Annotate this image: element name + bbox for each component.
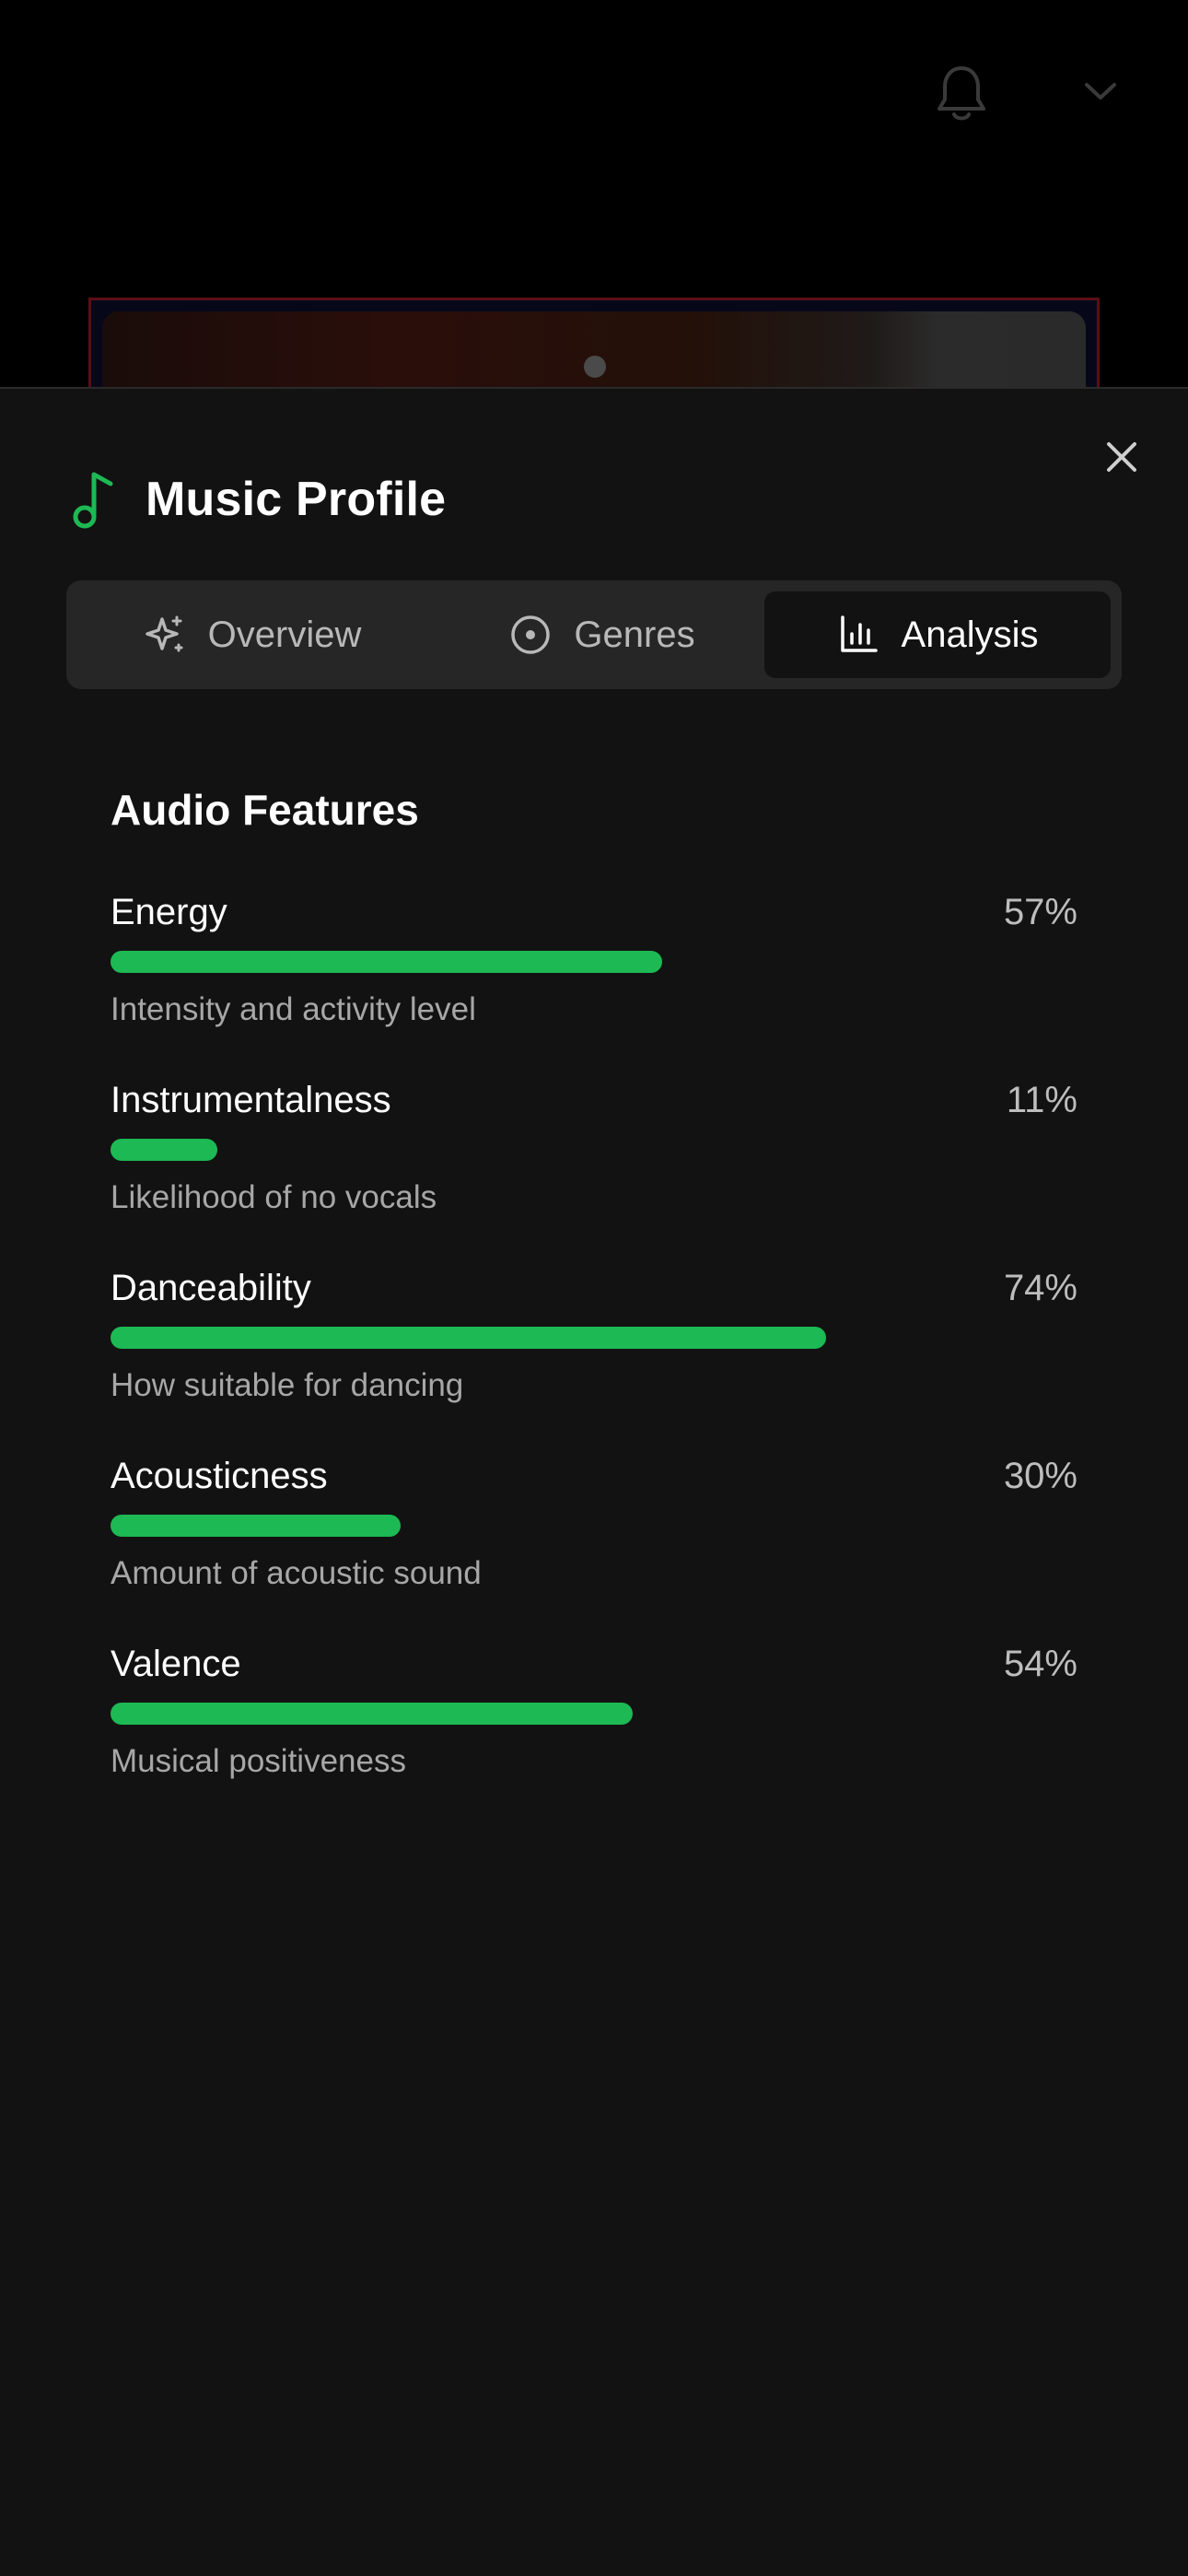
feature-description: Amount of acoustic sound bbox=[111, 1555, 482, 1591]
feature-progress-fill bbox=[111, 1139, 217, 1161]
feature-valence: Valence 54% Musical positiveness bbox=[111, 1644, 1077, 1832]
feature-progress-track bbox=[111, 1327, 1077, 1349]
feature-percent: 57% bbox=[1003, 892, 1077, 932]
tab-bar: Overview Genres Analysis bbox=[66, 580, 1122, 689]
feature-description: How suitable for dancing bbox=[111, 1367, 464, 1403]
feature-name: Danceability bbox=[111, 1268, 311, 1308]
top-bar bbox=[0, 0, 1188, 184]
close-icon[interactable] bbox=[1101, 437, 1142, 477]
feature-danceability: Danceability 74% How suitable for dancin… bbox=[111, 1268, 1077, 1456]
tab-genres[interactable]: Genres bbox=[427, 591, 777, 678]
feature-percent: 54% bbox=[1003, 1644, 1077, 1684]
feature-instrumentalness: Instrumentalness 11% Likelihood of no vo… bbox=[111, 1080, 1077, 1268]
tab-overview-label: Overview bbox=[207, 614, 362, 655]
feature-name: Energy bbox=[111, 892, 227, 932]
feature-name: Instrumentalness bbox=[111, 1080, 391, 1120]
feature-percent: 30% bbox=[1003, 1456, 1077, 1496]
feature-description: Musical positiveness bbox=[111, 1743, 406, 1779]
bar-chart-icon bbox=[840, 615, 878, 652]
music-note-icon bbox=[73, 472, 113, 529]
audio-features-title: Audio Features bbox=[111, 786, 419, 834]
sparkles-icon bbox=[145, 615, 183, 652]
feature-description: Likelihood of no vocals bbox=[111, 1179, 437, 1215]
feature-description: Intensity and activity level bbox=[111, 991, 476, 1027]
feature-acousticness: Acousticness 30% Amount of acoustic soun… bbox=[111, 1456, 1077, 1644]
feature-name: Valence bbox=[111, 1644, 241, 1684]
feature-energy: Energy 57% Intensity and activity level bbox=[111, 892, 1077, 1080]
audio-features-list: Energy 57% Intensity and activity level … bbox=[111, 892, 1077, 1832]
tab-analysis[interactable]: Analysis bbox=[764, 591, 1111, 678]
feature-name: Acousticness bbox=[111, 1456, 328, 1496]
app-screen: Music Profile Overview Genres Analysis A… bbox=[0, 0, 1188, 2576]
feature-progress-fill bbox=[111, 1703, 633, 1725]
sheet-title: Music Profile bbox=[146, 473, 447, 526]
feature-progress-track bbox=[111, 1703, 1077, 1725]
sheet-header: Music Profile bbox=[72, 463, 446, 536]
tab-genres-label: Genres bbox=[574, 614, 695, 655]
feature-progress-track bbox=[111, 1139, 1077, 1161]
disc-icon bbox=[511, 615, 551, 654]
chevron-down-icon[interactable] bbox=[1083, 79, 1118, 103]
bell-icon[interactable] bbox=[936, 63, 987, 123]
feature-progress-fill bbox=[111, 1327, 826, 1349]
feature-progress-fill bbox=[111, 1515, 401, 1537]
tab-analysis-label: Analysis bbox=[901, 614, 1039, 655]
card-indicator-dot bbox=[584, 356, 606, 378]
feature-progress-track bbox=[111, 951, 1077, 973]
feature-progress-track bbox=[111, 1515, 1077, 1537]
music-profile-sheet: Music Profile Overview Genres Analysis A… bbox=[0, 387, 1188, 2576]
feature-percent: 11% bbox=[1006, 1080, 1077, 1120]
tab-overview[interactable]: Overview bbox=[77, 591, 427, 678]
feature-progress-fill bbox=[111, 951, 662, 973]
feature-percent: 74% bbox=[1003, 1268, 1077, 1308]
